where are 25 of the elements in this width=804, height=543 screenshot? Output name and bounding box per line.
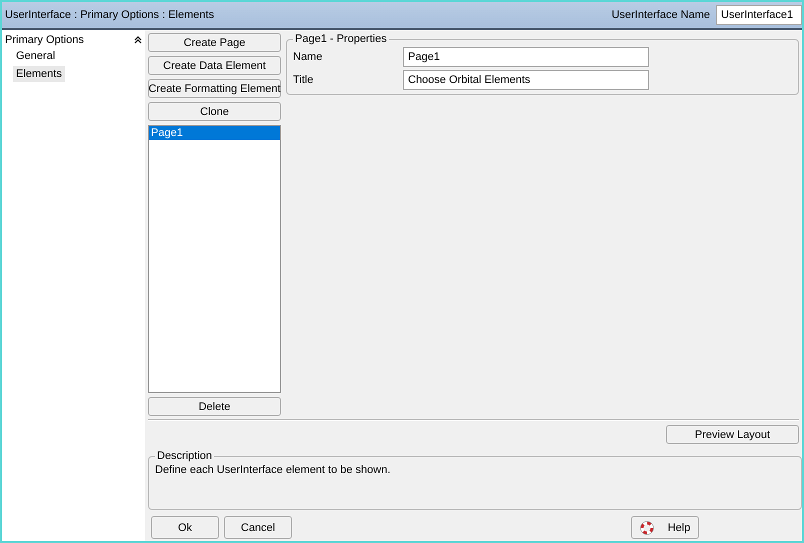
- window-title: UserInterface : Primary Options : Elements: [5, 9, 216, 21]
- field-label: Title: [293, 74, 314, 86]
- field-label: Name: [293, 51, 324, 63]
- list-item[interactable]: Page1: [149, 126, 280, 140]
- name-label: UserInterface Name: [612, 9, 710, 21]
- sidebar-item[interactable]: Elements: [13, 66, 65, 82]
- element-button[interactable]: Create Formatting Element: [148, 79, 281, 98]
- preview-button[interactable]: Preview Layout: [666, 425, 799, 444]
- element-button[interactable]: Create Page: [148, 33, 281, 52]
- element-button[interactable]: Clone: [148, 102, 281, 121]
- element-button[interactable]: Create Data Element: [148, 56, 281, 75]
- text-field[interactable]: Page1: [403, 47, 649, 67]
- text-field[interactable]: Choose Orbital Elements: [403, 70, 649, 90]
- sidebar-heading[interactable]: Primary Options: [5, 34, 84, 46]
- group-title: Page1 - Properties: [294, 33, 388, 45]
- sidebar-item[interactable]: General: [13, 48, 58, 64]
- name-field[interactable]: UserInterface1: [716, 5, 802, 25]
- group-title: Description: [156, 450, 214, 462]
- ok-button[interactable]: Ok: [151, 516, 219, 539]
- cancel-button[interactable]: Cancel: [224, 516, 292, 539]
- description-text: Define each UserInterface element to be shown.: [155, 464, 390, 476]
- delete-button[interactable]: Delete: [148, 397, 281, 416]
- help-button[interactable]: Help: [631, 516, 699, 539]
- lifebuoy-icon: [640, 520, 654, 534]
- collapse-icon[interactable]: [134, 36, 142, 44]
